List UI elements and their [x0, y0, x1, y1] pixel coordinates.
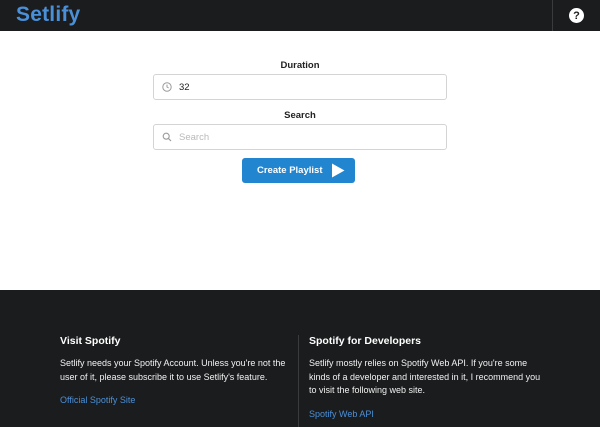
footer-divider [298, 335, 299, 427]
footer: Visit Spotify Setlify needs your Spotify… [0, 290, 600, 427]
brand-logo[interactable]: Setlify [16, 3, 80, 27]
duration-field[interactable] [153, 74, 447, 100]
create-playlist-button[interactable]: Create Playlist [242, 158, 355, 183]
help-button[interactable]: ? [552, 0, 600, 31]
footer-right-title: Spotify for Developers [309, 335, 422, 347]
clock-icon [162, 82, 172, 92]
official-spotify-site-link[interactable]: Official Spotify Site [60, 395, 296, 405]
footer-spotify-developers: Spotify for Developers Setlify mostly re… [309, 335, 545, 419]
top-bar: Setlify ? [0, 0, 600, 31]
footer-visit-spotify: Visit Spotify Setlify needs your Spotify… [60, 335, 296, 405]
search-input[interactable] [179, 125, 439, 149]
play-icon [332, 163, 345, 178]
footer-right-text: Setlify mostly relies on Spotify Web API… [309, 358, 541, 395]
duration-input[interactable] [179, 75, 439, 99]
create-playlist-label: Create Playlist [257, 165, 323, 176]
search-field[interactable] [153, 124, 447, 150]
search-label: Search [284, 110, 316, 121]
question-circle-icon: ? [569, 8, 584, 23]
duration-label: Duration [280, 60, 320, 71]
footer-left-text: Setlify needs your Spotify Account. Unle… [60, 358, 286, 382]
footer-left-title: Visit Spotify [60, 335, 121, 347]
search-icon [162, 132, 172, 142]
spotify-web-api-link[interactable]: Spotify Web API [309, 409, 545, 419]
